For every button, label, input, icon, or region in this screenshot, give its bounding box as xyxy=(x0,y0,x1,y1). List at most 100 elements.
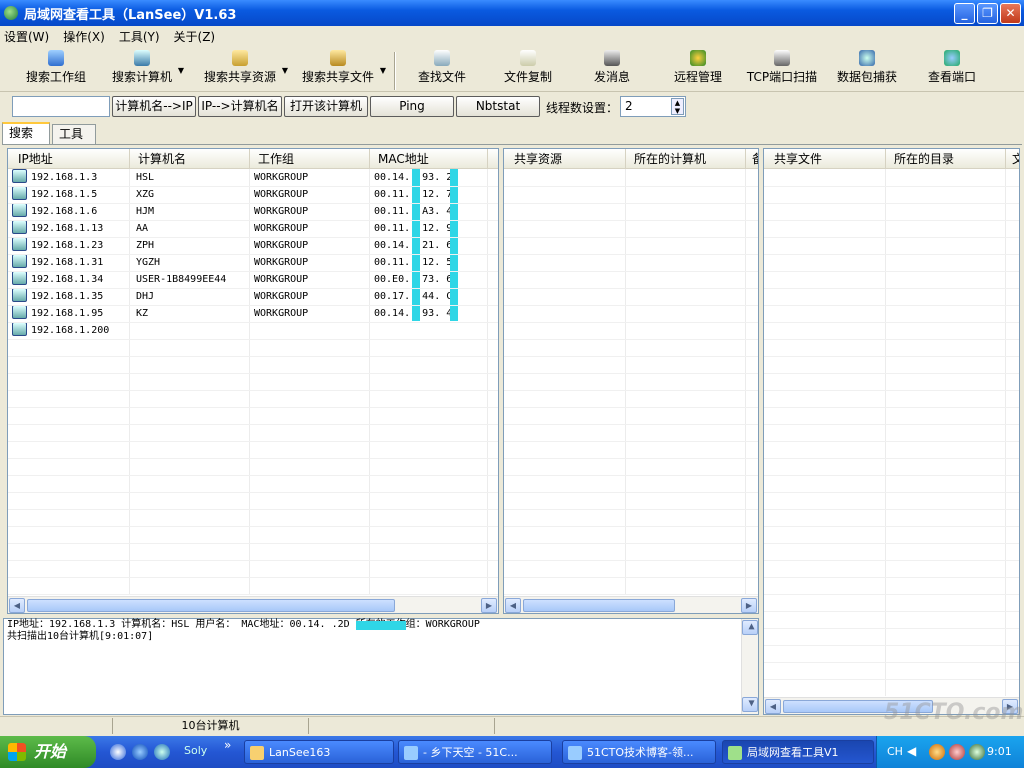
tab-search[interactable]: 搜索 xyxy=(2,122,50,144)
close-button[interactable]: ✕ xyxy=(1000,3,1021,24)
send-message-button[interactable]: 发消息 xyxy=(588,50,636,90)
col-ip[interactable]: IP地址 xyxy=(8,149,130,169)
remote-icon xyxy=(690,50,706,66)
tray-expand-icon[interactable]: ◀ xyxy=(907,744,916,758)
maximize-button[interactable]: ❐ xyxy=(977,3,998,24)
menu-operate[interactable]: 操作(X) xyxy=(63,28,105,45)
grid-line xyxy=(504,254,758,255)
col-file-extra[interactable]: 文 xyxy=(1006,149,1019,169)
col-file[interactable]: 共享文件 xyxy=(764,149,886,169)
grid-line xyxy=(504,220,758,221)
grid-line xyxy=(504,305,758,306)
remote-manage-button[interactable]: 远程管理 xyxy=(670,50,726,90)
packet-capture-button[interactable]: 数据包捕获 xyxy=(834,50,900,90)
grid-line xyxy=(8,322,498,323)
grid-line xyxy=(504,441,758,442)
table-row[interactable]: 192.168.1.200 xyxy=(8,322,488,339)
nbtstat-button[interactable]: Nbtstat xyxy=(456,96,540,117)
quick-launch-more-icon[interactable]: » xyxy=(224,738,231,752)
scroll-thumb[interactable] xyxy=(523,599,675,612)
search-workgroup-button[interactable]: 搜索工作组 xyxy=(20,50,92,90)
col-workgroup[interactable]: 工作组 xyxy=(250,149,370,169)
grid-line xyxy=(8,526,498,527)
computer-icon xyxy=(12,169,27,183)
quick-launch-label[interactable]: Soly xyxy=(184,744,207,757)
tray-app-icon[interactable] xyxy=(929,744,945,760)
minimize-button[interactable]: _ xyxy=(954,3,975,24)
scroll-right-icon[interactable]: ▶ xyxy=(481,598,497,613)
ime-indicator[interactable]: CH xyxy=(887,745,903,758)
table-cell: DHJ xyxy=(136,291,155,302)
start-button[interactable]: 开始 xyxy=(0,736,96,768)
share-list[interactable]: 共享资源 所在的计算机 备 ◀ ▶ xyxy=(503,148,759,614)
dropdown-arrow-icon[interactable]: ▼ xyxy=(178,66,184,75)
col-computer-name[interactable]: 计算机名 xyxy=(130,149,250,169)
grid-line xyxy=(764,373,1019,374)
grid-line xyxy=(764,611,1019,612)
task-lansee-window[interactable]: 局域网查看工具V1 xyxy=(722,740,874,764)
ip-to-name-button[interactable]: IP-->计算机名 xyxy=(198,96,282,117)
scroll-left-icon[interactable]: ◀ xyxy=(505,598,521,613)
scroll-left-icon[interactable]: ◀ xyxy=(765,699,781,714)
task-lansee-folder[interactable]: LanSee163 xyxy=(244,740,394,764)
menu-settings[interactable]: 设置(W) xyxy=(4,28,49,45)
col-share[interactable]: 共享资源 xyxy=(504,149,626,169)
ping-button[interactable]: Ping xyxy=(370,96,454,117)
tcp-port-scan-button[interactable]: TCP端口扫描 xyxy=(746,50,818,90)
dropdown-arrow-icon[interactable]: ▼ xyxy=(282,66,288,75)
scroll-down-icon[interactable]: ▼ xyxy=(742,697,758,712)
grid-line xyxy=(504,390,758,391)
computer-count: 10台计算机 xyxy=(112,718,308,734)
host-input[interactable] xyxy=(12,96,110,117)
folder-icon xyxy=(250,746,264,760)
name-to-ip-button[interactable]: 计算机名-->IP xyxy=(112,96,196,117)
menu-tools[interactable]: 工具(Y) xyxy=(119,28,160,45)
search-share-file-button[interactable]: 搜索共享文件 ▼ xyxy=(298,50,386,90)
menu-about[interactable]: 关于(Z) xyxy=(174,28,216,45)
col-share-extra[interactable]: 备 xyxy=(746,149,758,169)
find-file-button[interactable]: 查找文件 xyxy=(412,50,472,90)
grid-line xyxy=(764,339,1019,340)
col-mac[interactable]: MAC地址 xyxy=(370,149,488,169)
file-list[interactable]: 共享文件 所在的目录 文 ◀ ▶ xyxy=(763,148,1020,715)
grid-line xyxy=(8,492,498,493)
horizontal-scrollbar[interactable]: ◀ ▶ xyxy=(8,596,498,613)
menu-bar: 设置(W) 操作(X) 工具(Y) 关于(Z) xyxy=(0,26,1024,46)
tab-divider xyxy=(2,144,1022,145)
view-port-button[interactable]: 查看端口 xyxy=(924,50,980,90)
horizontal-scrollbar[interactable]: ◀ ▶ xyxy=(504,596,758,613)
media-player-icon[interactable] xyxy=(110,744,126,760)
search-share-button[interactable]: 搜索共享资源 ▼ xyxy=(200,50,288,90)
scroll-thumb[interactable] xyxy=(27,599,395,612)
task-browser-2[interactable]: 51CTO技术博客-领... xyxy=(562,740,716,764)
computer-list[interactable]: IP地址 计算机名 工作组 MAC地址 192.168.1.3 HSL WORKGR… xyxy=(7,148,499,614)
table-cell: 192.168.1.31 xyxy=(31,257,104,268)
table-cell: 192.168.1.34 xyxy=(31,274,104,285)
dropdown-arrow-icon[interactable]: ▼ xyxy=(380,66,386,75)
scroll-left-icon[interactable]: ◀ xyxy=(9,598,25,613)
redaction-mask xyxy=(356,621,406,630)
grid-line xyxy=(764,543,1019,544)
tray-volume-icon[interactable] xyxy=(969,744,985,760)
col-share-computer[interactable]: 所在的计算机 xyxy=(626,149,746,169)
title-bar[interactable]: 局域网查看工具（LanSee）V1.63 _ ❐ ✕ xyxy=(0,0,1024,26)
thread-count-spinner[interactable]: 2 ▲ ▼ xyxy=(620,96,686,117)
copy-file-button[interactable]: 文件复制 xyxy=(498,50,558,90)
scroll-up-icon[interactable]: ▲ xyxy=(742,620,758,635)
desktop-icon[interactable] xyxy=(154,744,170,760)
tray-app-icon[interactable] xyxy=(949,744,965,760)
open-computer-button[interactable]: 打开该计算机 xyxy=(284,96,368,117)
scroll-right-icon[interactable]: ▶ xyxy=(741,598,757,613)
ie-icon[interactable] xyxy=(132,744,148,760)
workgroup-icon xyxy=(48,50,64,66)
task-browser-1[interactable]: - 乡下天空 - 51C... xyxy=(398,740,552,764)
tab-tools[interactable]: 工具 xyxy=(52,124,96,144)
col-directory[interactable]: 所在的目录 xyxy=(886,149,1006,169)
grid-line xyxy=(504,475,758,476)
log-output[interactable]: IP地址：192.168.1.3 计算机名：HSL 用户名： MAC地址：00.… xyxy=(3,618,759,715)
search-computer-button[interactable]: 搜索计算机 ▼ xyxy=(108,50,184,90)
toolbar-separator xyxy=(394,52,396,90)
spinner-arrows-icon[interactable]: ▲ ▼ xyxy=(671,98,684,115)
clock[interactable]: 9:01 xyxy=(987,745,1012,758)
vertical-scrollbar[interactable]: ▲ ▼ xyxy=(741,619,758,714)
